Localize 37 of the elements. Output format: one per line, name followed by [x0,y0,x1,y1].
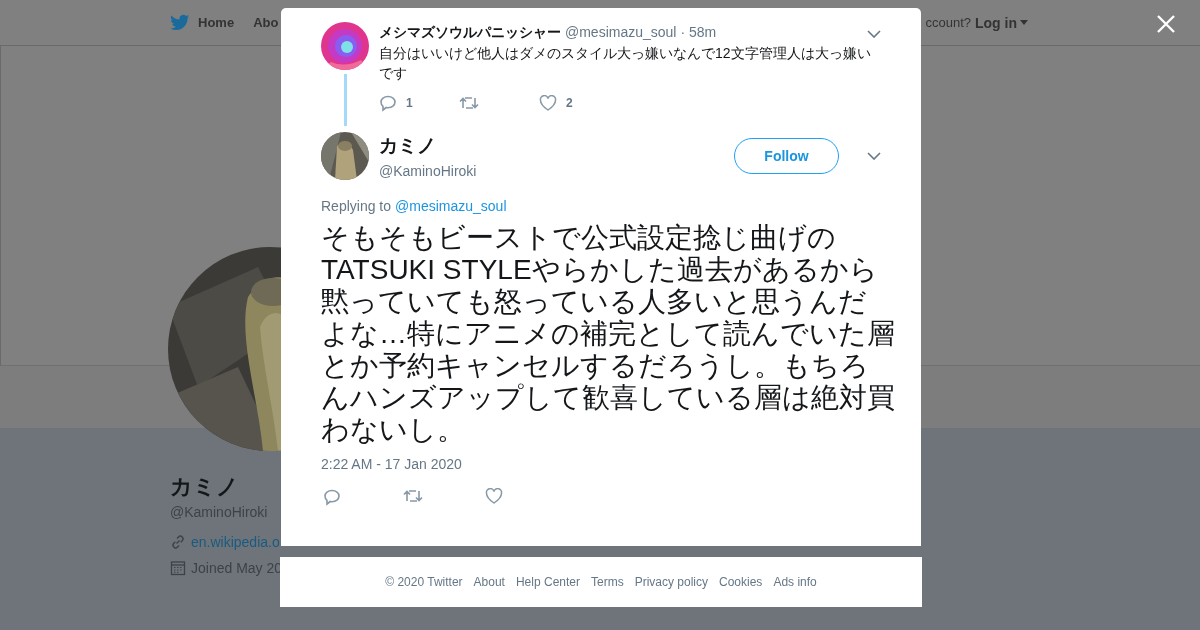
footer-link[interactable]: About [473,575,505,589]
author-name: メシマズソウルパニッシャー [379,24,561,42]
account-prompt: ccount? [925,15,971,30]
reply-icon[interactable] [323,488,341,506]
replying-to-label: Replying to [321,198,392,214]
footer-link[interactable]: Terms [591,575,624,589]
tweet-text: 自分はいいけど他人はダメのスタイル大っ嫌いなんで12文字管理人は大っ嫌いです [379,44,872,83]
link-icon [170,534,186,550]
like-button[interactable]: 2 [539,95,619,111]
bird-icon [170,14,190,31]
retweet-icon[interactable] [459,95,479,111]
follow-button[interactable]: Follow [734,138,839,174]
mention-link[interactable]: @mesimazu_soul [395,198,507,214]
reply-icon [379,94,397,112]
footer-link[interactable]: Help Center [515,575,580,589]
tweet-text: そもそもビーストで公式設定捻じ曲げのTATSUKI STYLEやらかした過去があるから黙っていても怒っている人多いと思うんだよな…特にアニメの補完として読んでいた層とか予約キャンセルするだろうし。もちろんハンズアップして歓喜している層は絶対買わないし。 [321,222,895,446]
home-link[interactable]: Home [170,14,235,31]
chevron-icon[interactable] [867,152,881,160]
author-handle: @mesimazu_soul [565,24,677,40]
close-icon[interactable] [1156,14,1176,34]
author-handle: @KaminoHiroki [379,163,477,179]
chevron-icon[interactable] [867,30,881,38]
heart-icon [539,95,557,111]
footer-link[interactable]: Ads info [773,575,817,589]
tweet-timestamp: 2:22 AM - 17 Jan 2020 [321,456,462,472]
footer-link[interactable]: Privacy policy [634,575,708,589]
profile-name: カミノ [170,473,239,501]
caret-icon [1020,20,1028,25]
nav-link[interactable]: Abo [253,15,279,30]
tweet-time: · 58m [680,24,717,40]
author-name: カミノ [379,134,437,158]
reply-button[interactable]: 1 [379,94,459,112]
copyright-text: © 2020 Twitter [385,575,463,589]
login-menu[interactable]: Log in [975,14,1028,31]
footer-link[interactable]: Cookies [719,575,763,589]
calendar-icon [170,560,186,576]
heart-icon[interactable] [485,488,503,506]
